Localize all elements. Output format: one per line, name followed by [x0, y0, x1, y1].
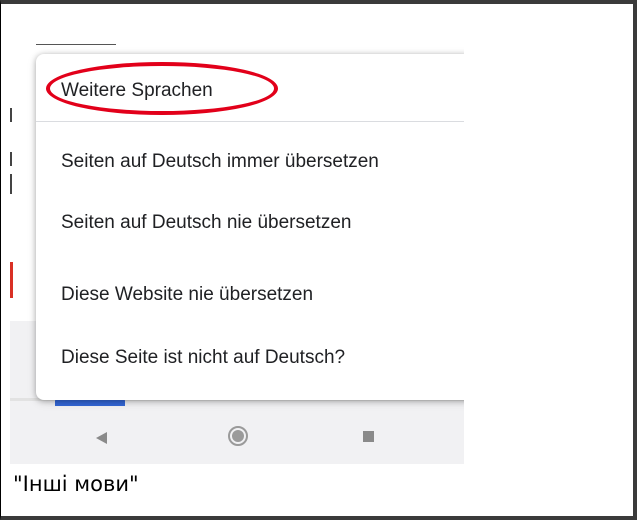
menu-item-more-languages[interactable]: Weitere Sprachen [36, 79, 464, 103]
menu-divider [36, 121, 464, 122]
phone-screen: Weitere Sprachen Seiten auf Deutsch imme… [10, 18, 464, 464]
background-page-mark [10, 174, 12, 194]
menu-item-page-not-in-language[interactable]: Diese Seite ist nicht auf Deutsch? [36, 346, 464, 370]
screenshot-frame: Weitere Sprachen Seiten auf Deutsch imme… [0, 0, 637, 520]
background-page-red-mark [10, 262, 13, 298]
menu-item-always-translate[interactable]: Seiten auf Deutsch immer übersetzen [36, 150, 464, 174]
background-page-text [36, 44, 116, 53]
translate-options-menu: Weitere Sprachen Seiten auf Deutsch imme… [36, 54, 464, 400]
menu-item-never-translate-site[interactable]: Diese Website nie übersetzen [36, 283, 464, 307]
recents-icon[interactable] [363, 431, 374, 442]
back-icon[interactable] [96, 432, 107, 444]
background-page-mark [10, 152, 12, 166]
background-page-mark [10, 108, 12, 122]
menu-item-never-translate-language[interactable]: Seiten auf Deutsch nie übersetzen [36, 211, 464, 235]
android-navigation-bar [10, 416, 464, 464]
caption-text: "Інші мови" [13, 472, 139, 496]
home-icon[interactable] [228, 426, 248, 446]
